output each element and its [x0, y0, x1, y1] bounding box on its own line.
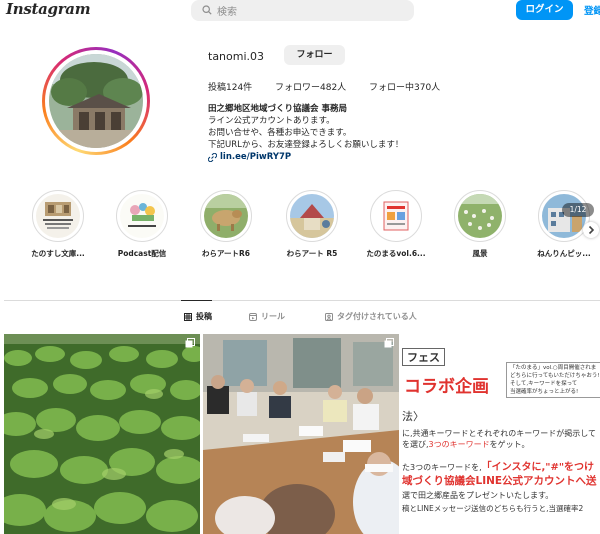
highlight-counter: 1/12 [562, 203, 594, 217]
highlight-cover [120, 194, 164, 238]
flyer-howto: 法〉 [402, 410, 424, 423]
avatar-photo [49, 54, 143, 148]
posts-count: 投稿124件 [208, 83, 253, 93]
highlight-cover [374, 194, 418, 238]
highlight-label: わらアート R5 [286, 249, 338, 258]
flyer-fes-label: フェス [402, 348, 445, 366]
chevron-right-icon [588, 225, 595, 235]
carousel-icon [384, 338, 394, 348]
flyer-line: を選び,3つのキーワードをゲット。 [402, 440, 530, 449]
story-highlights: たのすし文庫... Podcast配信 わらアートR6 わらアート R5 たのま… [0, 190, 600, 270]
highlight-item[interactable]: わらアート R5 [279, 190, 345, 259]
highlight-label: Podcast配信 [117, 249, 167, 258]
highlight-cover [458, 194, 502, 238]
bio-link[interactable]: lin.ee/PiwRY7P [208, 151, 403, 163]
reels-icon [249, 312, 257, 321]
tab-reels[interactable]: リール [249, 311, 285, 322]
flyer-line: た3つのキーワードを,「インスタに,"#"をつけ [402, 462, 595, 473]
highlight-label: わらアートR6 [201, 249, 251, 258]
tab-label: 投稿 [196, 312, 212, 321]
bio-link-text[interactable]: lin.ee/PiwRY7P [220, 151, 291, 163]
flyer-line: 選で田之郷産品をプレゼントいたします。 [402, 491, 554, 500]
search-placeholder: 検索 [217, 7, 237, 18]
carousel-icon [185, 338, 195, 348]
followers-count[interactable]: フォロワー482人 [275, 80, 346, 93]
tab-tagged[interactable]: タグ付けされている人 [325, 311, 417, 322]
bio-line: ライン公式アカウントあります。 [208, 116, 335, 126]
flyer-title: コラボ企画 [404, 377, 489, 397]
flyer-line: に,共通キーワードとそれぞれのキーワードが掲示して [402, 429, 597, 438]
highlight-item[interactable]: Podcast配信 [109, 190, 175, 259]
profile-avatar[interactable] [42, 47, 150, 155]
highlight-item[interactable]: たのすし文庫... [25, 190, 91, 259]
grid-icon [184, 312, 192, 321]
link-icon [208, 152, 217, 162]
follow-button[interactable]: フォロー [284, 45, 345, 65]
bio-line: お問い合せや、各種お申込できます。 [208, 128, 352, 138]
post-tile[interactable] [4, 334, 200, 534]
highlight-label: 風景 [472, 249, 488, 258]
bio-line: 下記URLから、お友達登録よろしくお願いします！ [208, 140, 404, 150]
highlight-label: たのまるvol.6... [366, 249, 426, 258]
tab-posts[interactable]: 投稿 [184, 311, 212, 322]
active-tab-indicator [181, 300, 212, 301]
top-bar: Instagram 検索 ログイン 登録 [0, 0, 600, 22]
highlight-cover [290, 194, 334, 238]
search-input[interactable]: 検索 [191, 0, 414, 21]
highlights-next-button[interactable] [583, 222, 599, 238]
bio-name: 田之郷地区地域づくり協議会 事務局 [208, 104, 347, 114]
highlight-item[interactable]: たのまるvol.6... [363, 190, 429, 259]
following-count[interactable]: フォロー中370人 [369, 80, 440, 93]
profile-username: tanomi.03 [208, 50, 265, 63]
highlight-item[interactable]: わらアートR6 [193, 190, 259, 259]
tab-label: リール [261, 312, 285, 321]
post-image [203, 334, 399, 534]
signup-link[interactable]: 登録 [584, 3, 600, 17]
flyer-note: 「たのまる」vol.○周目開催されま どちらに行ってもいただけちゃおう! そして,キ… [506, 362, 600, 398]
search-icon [202, 5, 212, 15]
flyer-line: 稿とLINEメッセージ送信のどちらも行うと,当選確率2 [402, 504, 584, 513]
post-tile[interactable] [203, 334, 399, 534]
instagram-logo[interactable]: Instagram [6, 0, 91, 18]
tag-icon [325, 312, 333, 321]
tab-label: タグ付けされている人 [337, 312, 417, 321]
post-tile[interactable]: フェス コラボ企画 「たのまる」vol.○周目開催されま どちらに行ってもいただけ… [402, 334, 600, 534]
highlight-item[interactable]: 風景 [447, 190, 513, 259]
highlight-cover [204, 194, 248, 238]
highlight-label: たのすし文庫... [31, 249, 85, 258]
highlight-label: ねんりんピッ... [537, 249, 591, 258]
post-image [4, 334, 200, 534]
login-button[interactable]: ログイン [516, 0, 573, 20]
profile-bio: 田之郷地区地域づくり協議会 事務局 ライン公式アカウントあります。 お問い合せや… [208, 103, 403, 163]
highlight-cover [36, 194, 80, 238]
tabs-divider [4, 300, 600, 301]
flyer-line: 域づくり協議会LINE公式アカウントへ送 [402, 475, 597, 487]
